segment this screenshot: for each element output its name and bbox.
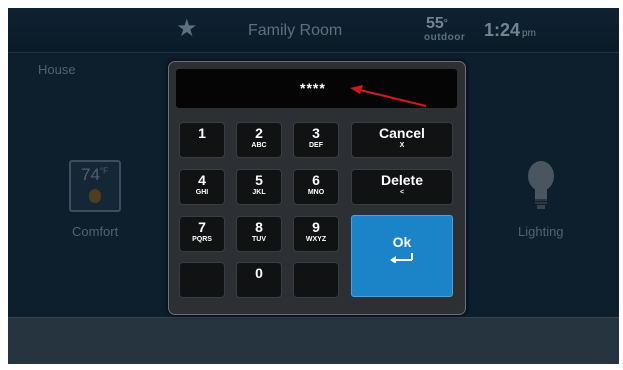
key-3[interactable]: 3 DEF [293,122,339,158]
clock-time: 1:24 [484,20,521,40]
status-bar: ★ Family Room 55° outdoor 1:24 pm [8,8,619,53]
key-letters: DEF [309,142,323,149]
key-letters: JKL [252,189,266,196]
key-digit: 9 [312,219,320,235]
enter-icon [390,253,413,264]
key-letters: WXYZ [305,236,327,243]
lighting-label[interactable]: Lighting [518,224,564,239]
key-9[interactable]: 9 WXYZ [293,216,339,252]
thermostat-temp: 74°F [81,165,108,185]
key-letters: GHI [195,189,209,196]
key-7[interactable]: 7 PQRS [179,216,225,252]
key-digit: 1 [198,125,206,141]
favorites-star-icon[interactable]: ★ [176,16,198,42]
key-blank-right[interactable] [293,262,339,298]
delete-button[interactable]: Delete < [351,169,453,205]
key-0[interactable]: 0 [236,262,282,298]
key-blank-left[interactable] [179,262,225,298]
temperature-value: 55 [426,15,444,32]
outdoor-temperature: 55° [426,15,448,32]
passcode-keypad-dialog: **** 1 2 ABC 3 DEF 4 GHI 5 JKL 6 MNO 7 PQRS 8T… [168,61,466,315]
key-4[interactable]: 4 GHI [179,169,225,205]
key-6[interactable]: 6 MNO [293,169,339,205]
key-digit: 0 [255,265,263,281]
key-letters: PQRS [192,236,212,243]
lightbulb-icon[interactable] [524,158,558,212]
key-digit: 4 [198,172,206,188]
key-5[interactable]: 5 JKL [236,169,282,205]
flame-icon [89,189,101,203]
key-digit: 7 [198,219,206,235]
room-title[interactable]: Family Room [248,22,342,40]
cancel-button[interactable]: Cancel X [351,122,453,158]
comfort-thermostat-icon[interactable]: 74°F [69,160,121,212]
key-letters: MNO [307,189,325,196]
code-display: **** [176,69,457,108]
thermostat-unit: °F [99,166,109,176]
delete-sub: < [399,189,405,196]
cancel-label: Cancel [379,125,425,141]
entered-code: **** [300,80,326,96]
key-1[interactable]: 1 [179,122,225,158]
house-label: House [38,62,76,77]
degree-symbol: ° [443,18,448,29]
key-digit: 6 [312,172,320,188]
thermostat-temp-value: 74 [81,165,100,184]
delete-label: Delete [380,172,424,188]
annotation-arrow-icon [350,85,427,107]
key-letters: ABC [251,142,267,149]
touchscreen-frame: ★ Family Room 55° outdoor 1:24 pm House 7… [8,8,619,364]
key-letters: TUV [252,236,266,243]
cancel-sub: X [399,142,405,149]
comfort-label[interactable]: Comfort [72,224,118,239]
ok-button[interactable]: Ok [351,215,453,297]
key-digit: 8 [255,219,263,235]
key-digit: 5 [255,172,263,188]
clock-ampm: pm [522,28,536,39]
key-8[interactable]: 8 TUV [236,216,282,252]
ok-label: Ok [392,234,412,250]
outdoor-label: outdoor [424,32,466,43]
clock: 1:24 pm [484,20,536,41]
key-digit: 2 [255,125,263,141]
key-2[interactable]: 2 ABC [236,122,282,158]
bottom-bar [8,317,619,364]
key-digit: 3 [312,125,320,141]
